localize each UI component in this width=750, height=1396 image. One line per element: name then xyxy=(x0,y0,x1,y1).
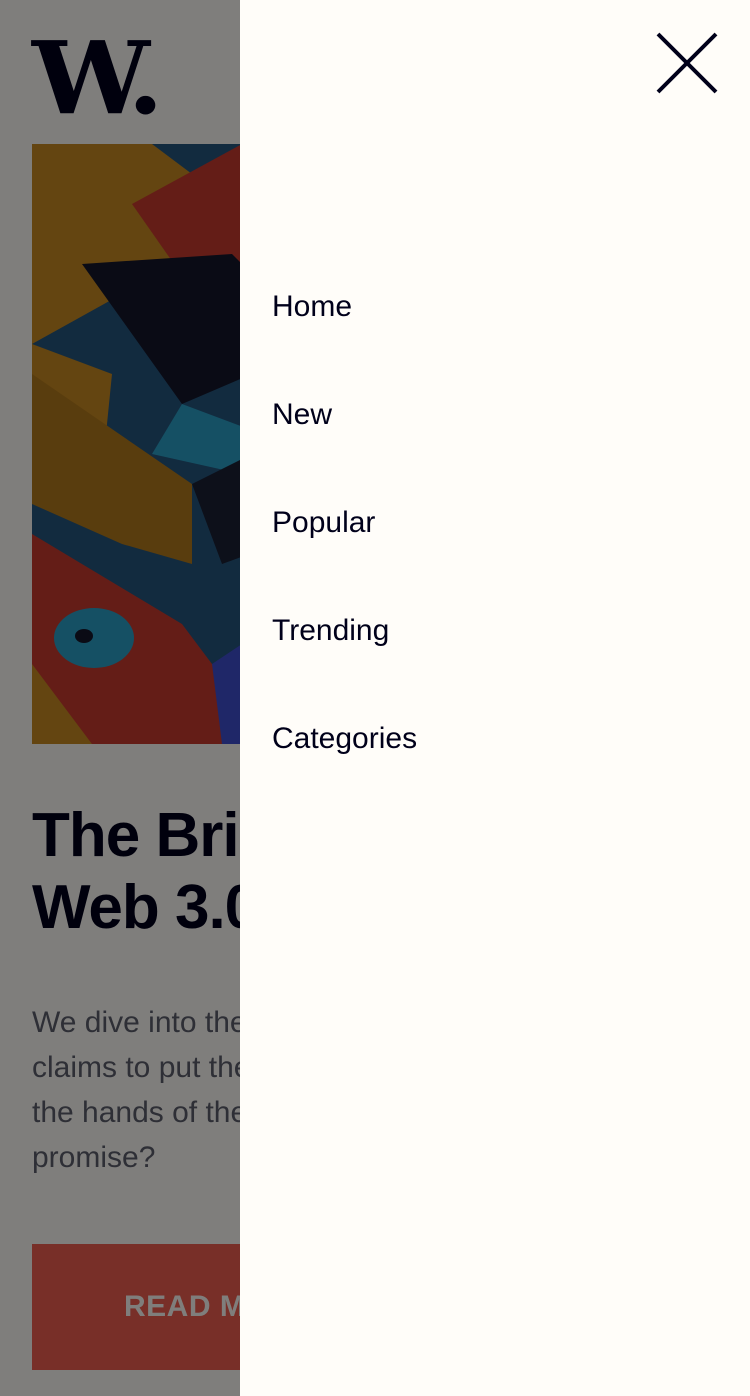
nav-item-trending[interactable]: Trending xyxy=(272,604,417,658)
nav-item-popular[interactable]: Popular xyxy=(272,496,417,550)
nav-drawer: Home New Popular Trending Categories xyxy=(240,0,750,1396)
close-icon xyxy=(656,32,718,94)
nav-item-new[interactable]: New xyxy=(272,388,417,442)
close-menu-button[interactable] xyxy=(656,32,718,94)
page: W. The Bright Future of Web 3.0? We dive… xyxy=(0,0,750,1396)
nav-item-home[interactable]: Home xyxy=(272,280,417,334)
nav-item-categories[interactable]: Categories xyxy=(272,712,417,766)
nav-menu: Home New Popular Trending Categories xyxy=(272,280,417,820)
